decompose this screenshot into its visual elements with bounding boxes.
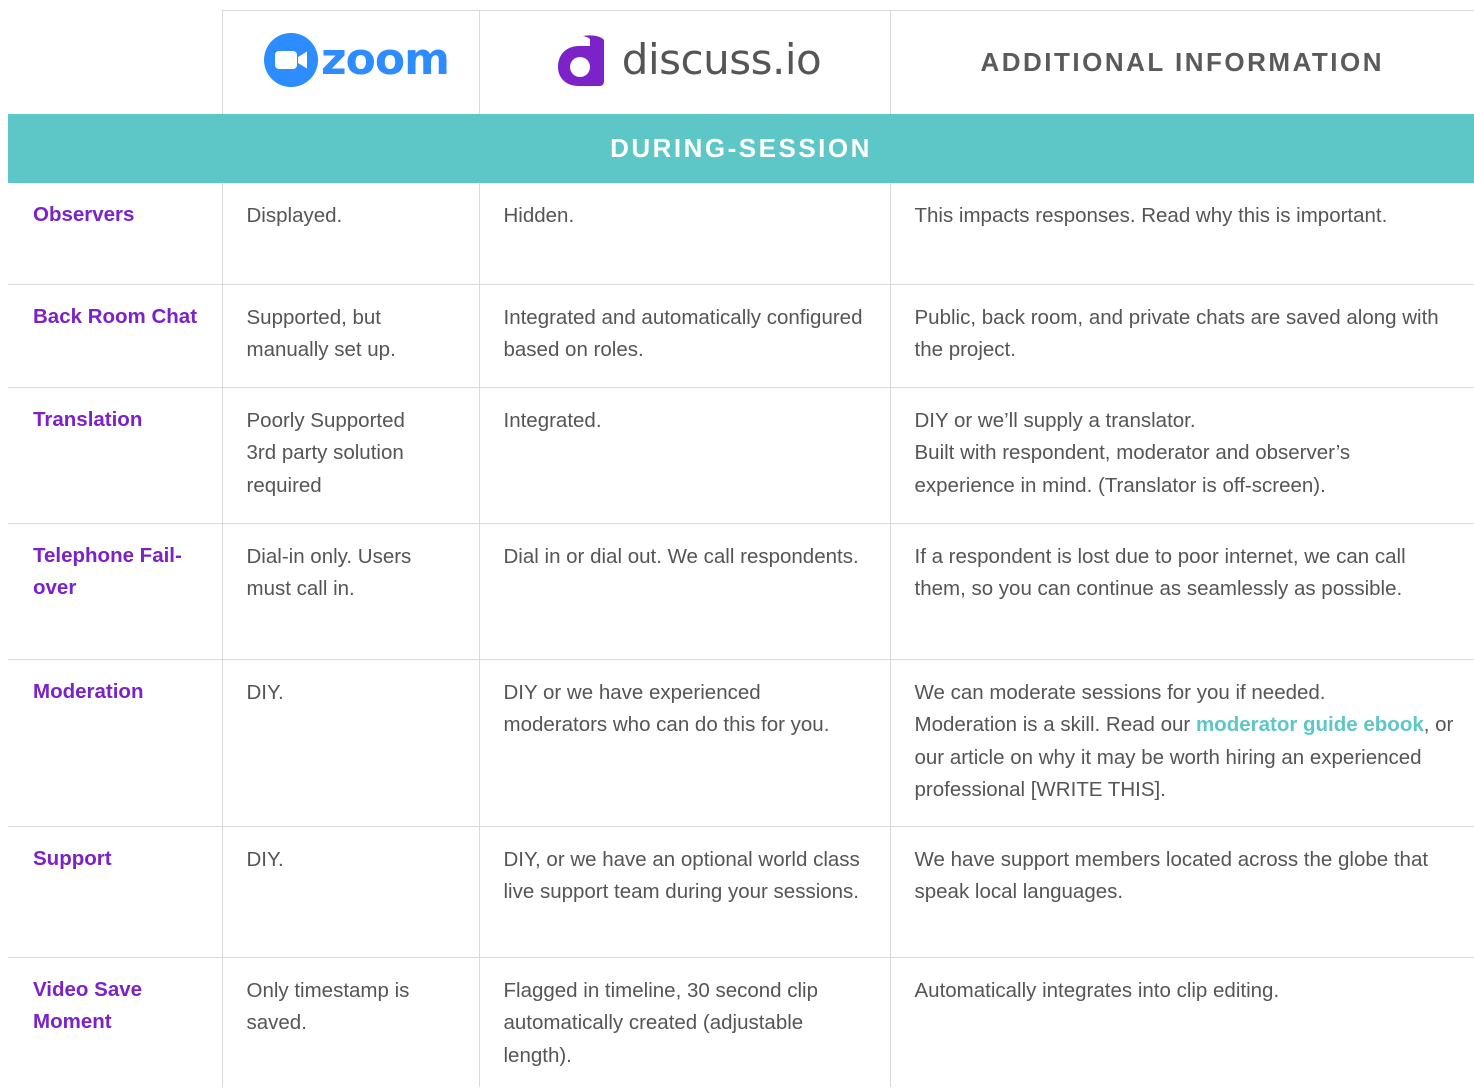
zoom-value-line: 3rd party solution required: [246, 441, 404, 497]
additional-info-text: Moderation is a skill. Read our: [914, 713, 1196, 736]
zoom-logo: zoom: [264, 33, 450, 87]
additional-info: Automatically integrates into clip editi…: [889, 957, 1474, 1087]
discuss-value: Integrated.: [478, 387, 890, 524]
table-row: Translation Poorly Supported 3rd party s…: [8, 387, 1474, 524]
discuss-value: Integrated and automatically configured …: [478, 284, 890, 388]
additional-info: This impacts responses. Read why this is…: [889, 183, 1474, 285]
section-band-row: DURING-SESSION: [8, 114, 1474, 183]
zoom-value: Displayed.: [221, 183, 479, 285]
zoom-value: Only timestamp is saved.: [221, 957, 479, 1087]
feature-name: Observers: [8, 183, 222, 285]
zoom-value: DIY.: [221, 659, 479, 827]
table-row: Video Save Moment Only timestamp is save…: [8, 957, 1474, 1087]
discuss-value: DIY or we have experienced moderators wh…: [478, 659, 890, 827]
discuss-value: DIY, or we have an optional world class …: [478, 826, 890, 958]
additional-info: DIY or we’ll supply a translator. Built …: [889, 387, 1474, 524]
additional-info: We have support members located across t…: [889, 826, 1474, 958]
zoom-value: Supported, but manually set up.: [221, 284, 479, 388]
additional-info-header-cell: ADDITIONAL INFORMATION: [889, 10, 1474, 114]
feature-name: Video Save Moment: [33, 977, 143, 1034]
feature-name: Translation: [8, 387, 222, 524]
discuss-value: Flagged in timeline, 30 second clip auto…: [478, 957, 890, 1087]
feature-name: Telephone Fail-over: [8, 523, 222, 660]
discuss-logo: discuss.io: [554, 32, 822, 88]
discuss-logo-text: discuss.io: [621, 35, 822, 84]
table-row: Observers Displayed. Hidden. This impact…: [8, 183, 1474, 285]
zoom-value-line: Poorly Supported: [246, 408, 405, 432]
feature-name: Back Room Chat: [8, 284, 222, 388]
table-row: Moderation DIY. DIY or we have experienc…: [8, 659, 1474, 827]
header-row: zoom discuss.io ADDITIONAL INFORMATION: [8, 10, 1474, 115]
table-row: Support DIY. DIY, or we have an optional…: [8, 826, 1474, 958]
feature-name: Support: [8, 826, 222, 958]
zoom-logo-text: zoom: [321, 34, 450, 85]
header-blank-cell: [8, 11, 222, 115]
additional-info: We can moderate sessions for you if need…: [889, 659, 1474, 827]
additional-info-line: Built with respondent, moderator and obs…: [914, 441, 1351, 497]
table-row: Telephone Fail-over Dial-in only. Users …: [8, 523, 1474, 660]
additional-info: If a respondent is lost due to poor inte…: [889, 523, 1474, 660]
table-row: Back Room Chat Supported, but manually s…: [8, 284, 1474, 388]
zoom-value: Poorly Supported 3rd party solution requ…: [221, 387, 479, 524]
additional-info-line: DIY or we’ll supply a translator.: [914, 408, 1196, 432]
zoom-camera-icon: [264, 33, 319, 87]
discuss-header-cell: discuss.io: [478, 10, 890, 114]
moderator-guide-ebook-link[interactable]: moderator guide ebook: [1196, 713, 1424, 736]
discuss-value: Hidden.: [478, 183, 890, 285]
zoom-value: Dial-in only. Users must call in.: [221, 523, 479, 660]
section-title: DURING-SESSION: [8, 114, 1474, 183]
feature-name: Moderation: [8, 659, 222, 827]
additional-info-heading: ADDITIONAL INFORMATION: [980, 47, 1385, 77]
zoom-value: DIY.: [221, 826, 479, 958]
discuss-d-icon: [557, 35, 604, 86]
discuss-value: Dial in or dial out. We call respondents…: [478, 523, 890, 660]
additional-info: Public, back room, and private chats are…: [889, 284, 1474, 388]
comparison-table: zoom discuss.io ADDITIONAL INFORMATION D…: [8, 10, 1474, 1087]
additional-info-line: We can moderate sessions for you if need…: [914, 680, 1326, 704]
zoom-header-cell: zoom: [221, 10, 479, 114]
